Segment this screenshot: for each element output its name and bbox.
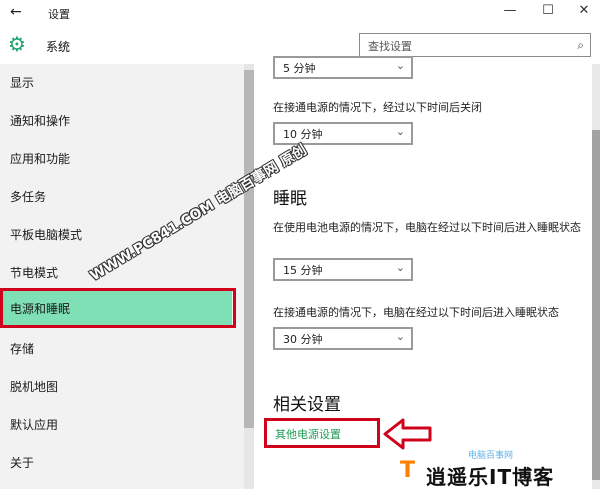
sidebar-item-offline-maps[interactable]: 脱机地图 — [0, 368, 232, 404]
sidebar-item-label: 关于 — [10, 456, 35, 470]
gear-icon: ⚙ — [8, 32, 26, 56]
sidebar-item-label: 平板电脑模式 — [10, 228, 83, 242]
sleep-plugged-dropdown[interactable]: 30 分钟 ⌄ — [273, 327, 413, 350]
sidebar-item-label: 多任务 — [10, 190, 47, 204]
highlight-box-power-sleep — [0, 288, 236, 328]
sidebar-item-label: 节电模式 — [10, 266, 59, 280]
dropdown-value: 15 分钟 — [283, 264, 323, 277]
sidebar-item-notifications[interactable]: 通知和操作 — [0, 102, 232, 138]
sidebar-item-default-apps[interactable]: 默认应用 — [0, 406, 232, 442]
close-button[interactable]: ✕ — [574, 3, 594, 18]
dropdown-value: 10 分钟 — [283, 128, 323, 141]
blog-logo: T 逍遥乐IT博客 — [400, 458, 600, 489]
sidebar-item-display[interactable]: 显示 — [0, 64, 232, 100]
sidebar-item-storage[interactable]: 存储 — [0, 330, 232, 366]
highlight-box-other-power — [264, 418, 380, 448]
maximize-button[interactable]: ☐ — [538, 3, 558, 18]
sidebar-item-apps[interactable]: 应用和功能 — [0, 140, 232, 176]
sleep-plugged-description: 在接通电源的情况下，电脑在经过以下时间后进入睡眠状态 — [273, 306, 559, 319]
chevron-down-icon: ⌄ — [395, 59, 405, 72]
sidebar-item-label: 应用和功能 — [10, 152, 71, 166]
search-input[interactable]: 查找设置 ⌕ — [359, 33, 591, 57]
dropdown-value: 30 分钟 — [283, 333, 323, 346]
sidebar: 显示 通知和操作 应用和功能 多任务 平板电脑模式 节电模式 电源和睡眠 存储 … — [0, 64, 244, 489]
sidebar-item-label: 通知和操作 — [10, 114, 71, 128]
sidebar-item-label: 默认应用 — [10, 418, 59, 432]
red-arrow-icon — [383, 418, 432, 450]
screen-plugged-description: 在接通电源的情况下，经过以下时间后关闭 — [273, 101, 482, 114]
sleep-section-title: 睡眠 — [273, 189, 307, 209]
dropdown-value: 5 分钟 — [283, 62, 316, 75]
minimize-button[interactable]: — — [500, 3, 520, 18]
content-scrollbar-thumb[interactable] — [592, 130, 600, 480]
page-title: 系统 — [46, 40, 71, 54]
sidebar-item-label: 脱机地图 — [10, 380, 59, 394]
sleep-battery-dropdown[interactable]: 15 分钟 ⌄ — [273, 258, 413, 281]
sidebar-item-label: 存储 — [10, 342, 35, 356]
screen-battery-dropdown[interactable]: 5 分钟 ⌄ — [273, 56, 413, 79]
search-placeholder: 查找设置 — [368, 40, 412, 53]
logo-t-icon: T — [400, 458, 416, 483]
sidebar-scrollbar-thumb[interactable] — [244, 70, 254, 428]
chevron-down-icon: ⌄ — [395, 330, 405, 343]
sidebar-item-label: 显示 — [10, 76, 35, 90]
chevron-down-icon: ⌄ — [395, 125, 405, 138]
sidebar-item-about[interactable]: 关于 — [0, 444, 232, 480]
logo-text: 逍遥乐IT博客 — [426, 465, 555, 489]
related-settings-title: 相关设置 — [273, 395, 341, 415]
search-icon[interactable]: ⌕ — [577, 38, 584, 53]
sleep-battery-description: 在使用电池电源的情况下，电脑在经过以下时间后进入睡眠状态 — [273, 221, 581, 234]
window-title: 设置 — [48, 8, 70, 21]
title-bar: ← 设置 — ☐ ✕ — [0, 0, 600, 26]
chevron-down-icon: ⌄ — [395, 261, 405, 274]
back-arrow-icon[interactable]: ← — [10, 4, 22, 20]
